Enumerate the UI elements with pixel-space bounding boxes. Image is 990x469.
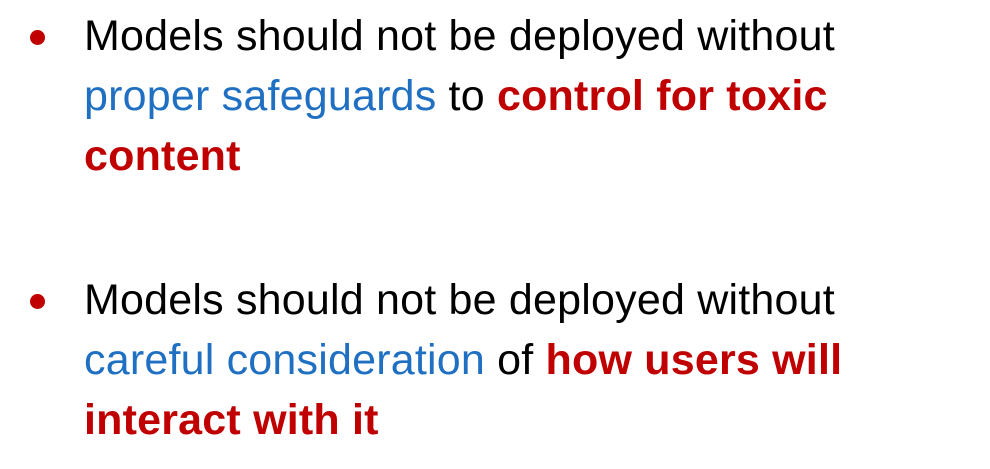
bullet-dot-icon bbox=[30, 294, 45, 309]
text-segment-emphasis-red: interact with it bbox=[84, 396, 379, 444]
text-segment-emphasis-red: how users will bbox=[545, 336, 843, 384]
bullet-item-consideration: Models should not be deployed without ca… bbox=[22, 270, 962, 450]
text-segment-plain: Models should not be deployed without bbox=[84, 12, 835, 60]
bullet-dot-icon bbox=[30, 30, 45, 45]
bullet-text: Models should not be deployed without ca… bbox=[84, 270, 962, 450]
bullet-text: Models should not be deployed without pr… bbox=[84, 6, 962, 186]
text-segment-emphasis-red: control for toxic bbox=[496, 72, 828, 120]
text-segment-plain: to bbox=[436, 72, 497, 120]
bullet-item-safeguards: Models should not be deployed without pr… bbox=[22, 6, 962, 186]
slide: Models should not be deployed without pr… bbox=[0, 0, 990, 469]
text-segment-plain: of bbox=[484, 336, 546, 384]
text-segment-emphasis-red: content bbox=[84, 132, 241, 180]
text-segment-plain: Models should not be deployed without bbox=[84, 276, 835, 324]
text-segment-highlight-blue: careful consideration bbox=[84, 336, 485, 384]
text-segment-highlight-blue: proper safeguards bbox=[84, 72, 437, 120]
